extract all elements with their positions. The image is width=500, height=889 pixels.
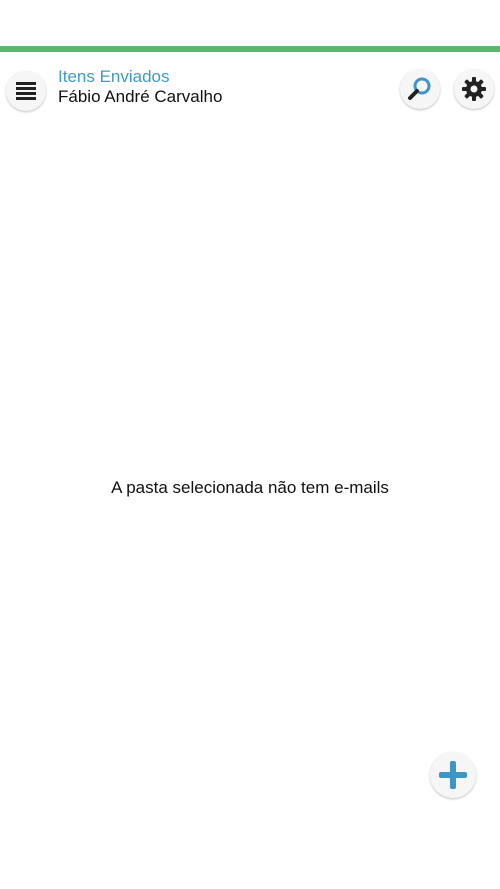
account-name: Fábio André Carvalho xyxy=(58,86,223,106)
compose-button[interactable] xyxy=(430,752,476,798)
plus-icon xyxy=(439,761,467,789)
hamburger-menu-icon xyxy=(16,82,36,100)
gear-icon xyxy=(462,77,486,101)
folder-title: Itens Enviados xyxy=(58,67,170,86)
search-icon xyxy=(408,77,431,100)
empty-folder-message: A pasta selecionada não tem e-mails xyxy=(111,478,389,497)
settings-button[interactable] xyxy=(454,69,494,109)
search-button[interactable] xyxy=(400,69,440,109)
menu-button[interactable] xyxy=(6,71,46,111)
header-title-block: Itens Enviados Fábio André Carvalho xyxy=(58,67,222,106)
app-header: Itens Enviados Fábio André Carvalho xyxy=(0,52,500,132)
